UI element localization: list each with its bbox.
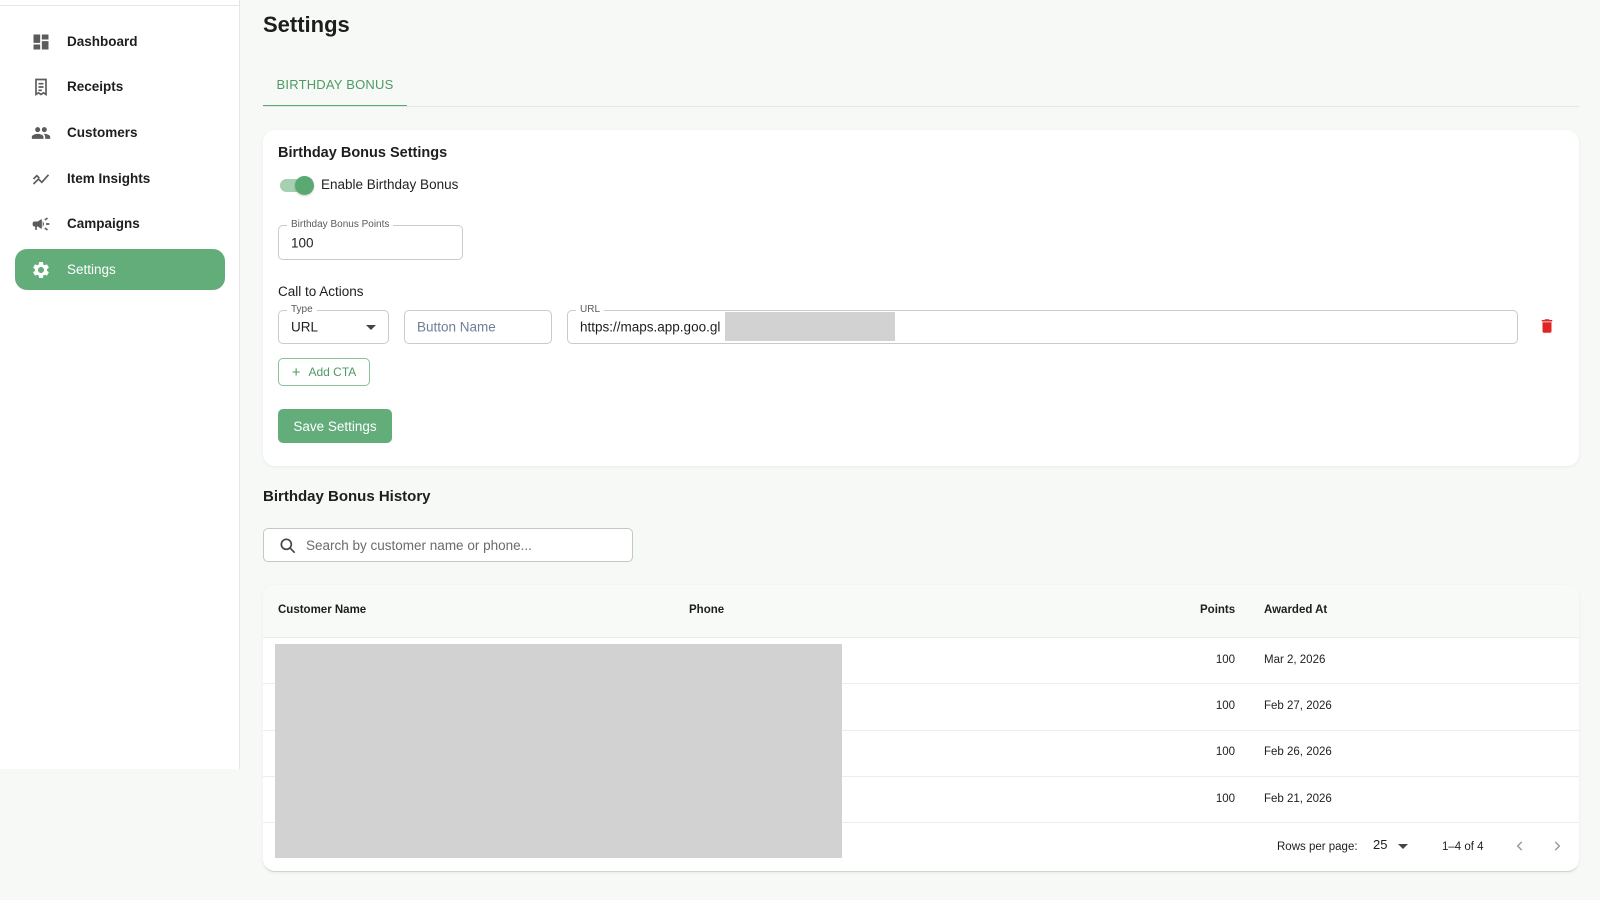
sidebar-item-campaigns[interactable]: Campaigns [15, 203, 225, 244]
cta-url-input[interactable]: URL https://maps.app.goo.gl [567, 304, 1518, 344]
cta-type-select[interactable]: Type URL [278, 304, 389, 344]
awarded-at-cell: Feb 26, 2026 [1264, 746, 1332, 758]
points-cell: 100 [1215, 700, 1235, 712]
redacted-block [275, 644, 842, 858]
history-search-input[interactable]: Search by customer name or phone... [263, 528, 633, 562]
redacted-block [725, 312, 895, 341]
toggle-thumb [295, 176, 314, 195]
plus-icon: + [291, 363, 301, 381]
column-header-phone[interactable]: Phone [689, 604, 724, 616]
chevron-right-icon [1554, 841, 1561, 851]
people-icon [30, 122, 52, 144]
birthday-bonus-settings-card [263, 130, 1579, 466]
sidebar: Dashboard Receipts Customers Item Insigh… [0, 0, 240, 769]
sidebar-item-settings[interactable]: Settings [15, 249, 225, 290]
column-header-awarded-at[interactable]: Awarded At [1264, 604, 1327, 616]
chevron-down-icon [366, 325, 376, 330]
megaphone-icon [30, 213, 52, 235]
trash-icon [1541, 319, 1553, 333]
field-value: 100 [291, 235, 314, 250]
row-divider [263, 637, 1579, 638]
tab-birthday-bonus[interactable]: BIRTHDAY BONUS [263, 64, 407, 107]
search-placeholder: Search by customer name or phone... [306, 538, 532, 553]
column-header-points[interactable]: Points [1200, 604, 1235, 616]
sidebar-item-label: Customers [67, 125, 138, 140]
sidebar-item-item-insights[interactable]: Item Insights [15, 158, 225, 199]
chevron-down-icon [1398, 844, 1408, 849]
field-label: URL [576, 304, 605, 316]
receipt-icon [30, 76, 52, 98]
trend-icon [30, 168, 52, 190]
field-value: URL [291, 319, 319, 335]
chevron-left-icon [1516, 841, 1523, 851]
awarded-at-cell: Feb 27, 2026 [1264, 700, 1332, 712]
settings-section-title: Birthday Bonus Settings [278, 145, 448, 161]
column-header-customer-name[interactable]: Customer Name [278, 604, 366, 616]
field-placeholder: Button Name [417, 319, 496, 335]
rows-per-page-label: Rows per page: [1277, 841, 1358, 853]
sidebar-item-dashboard[interactable]: Dashboard [15, 21, 225, 62]
sidebar-divider [0, 5, 240, 6]
page-title: Settings [263, 12, 350, 37]
sidebar-item-label: Campaigns [67, 216, 140, 231]
search-icon [280, 538, 296, 554]
gear-icon [30, 259, 52, 281]
history-section-title: Birthday Bonus History [263, 488, 431, 505]
call-to-actions-label: Call to Actions [278, 284, 364, 299]
sidebar-item-label: Item Insights [67, 171, 151, 186]
points-cell: 100 [1215, 793, 1235, 805]
delete-cta-button[interactable] [1538, 316, 1556, 336]
enable-birthday-bonus-toggle[interactable] [278, 176, 314, 195]
tabs-divider [263, 106, 1579, 107]
sidebar-item-receipts[interactable]: Receipts [15, 66, 225, 107]
field-value: https://maps.app.goo.gl [580, 319, 721, 335]
sidebar-item-label: Dashboard [67, 34, 138, 49]
sidebar-item-label: Settings [67, 262, 116, 277]
awarded-at-cell: Feb 21, 2026 [1264, 793, 1332, 805]
points-cell: 100 [1215, 654, 1235, 666]
enable-birthday-bonus-label: Enable Birthday Bonus [321, 177, 459, 192]
birthday-bonus-points-field[interactable]: Birthday Bonus Points 100 [278, 219, 463, 260]
dashboard-icon [30, 31, 52, 53]
field-label: Type [287, 304, 317, 316]
points-cell: 100 [1215, 746, 1235, 758]
rows-per-page-value: 25 [1373, 837, 1388, 852]
pagination-range: 1–4 of 4 [1442, 841, 1484, 853]
awarded-at-cell: Mar 2, 2026 [1264, 654, 1326, 666]
sidebar-item-label: Receipts [67, 79, 124, 94]
add-cta-label: Add CTA [308, 365, 357, 379]
field-label: Birthday Bonus Points [287, 219, 394, 231]
sidebar-item-customers[interactable]: Customers [15, 112, 225, 153]
save-settings-button[interactable]: Save Settings [278, 409, 392, 443]
previous-page-button[interactable] [1510, 836, 1530, 856]
cta-button-name-input[interactable]: Button Name [404, 310, 552, 344]
rows-per-page-select[interactable]: 25 [1373, 837, 1409, 857]
add-cta-button[interactable]: + Add CTA [278, 358, 370, 386]
table-header [263, 585, 1579, 637]
next-page-button[interactable] [1547, 836, 1567, 856]
